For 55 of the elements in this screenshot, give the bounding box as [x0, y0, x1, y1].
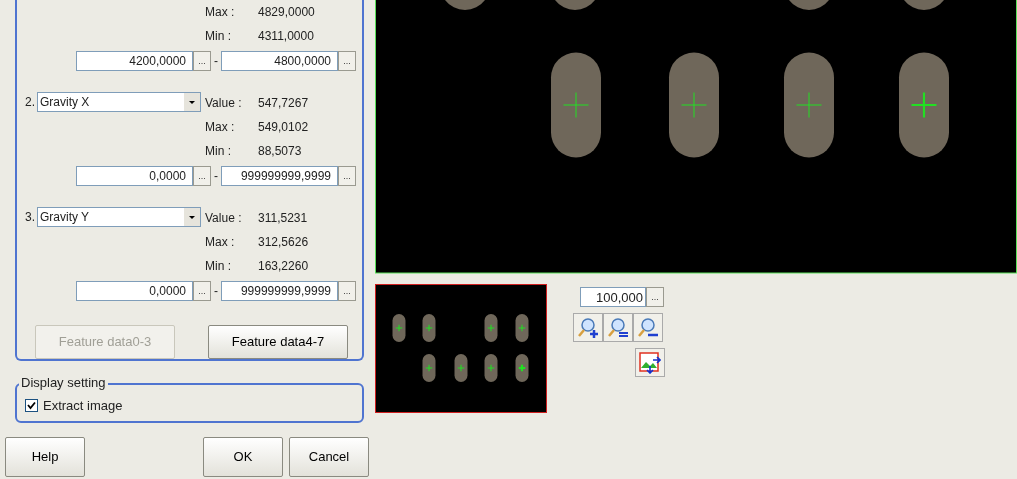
browse-button[interactable]: ... [193, 281, 211, 301]
object-drawing [904, 0, 944, 10]
item-number: 3. [24, 209, 36, 226]
image-icon [639, 351, 661, 374]
checkbox[interactable] [25, 398, 38, 412]
dialog-button[interactable]: Help [5, 437, 85, 477]
zoom-field[interactable]: 100,000 [580, 287, 646, 307]
object-drawing [555, 0, 595, 10]
lower-limit-field[interactable]: 4200,0000 [76, 51, 193, 71]
browse-button[interactable]: ... [646, 287, 664, 307]
object-drawing [445, 0, 485, 10]
group-title: Display setting [19, 375, 108, 391]
dialog-button[interactable]: OK [203, 437, 283, 477]
feature-page-button[interactable]: Feature data4-7 [208, 325, 348, 359]
zoom-in-button[interactable] [573, 313, 603, 342]
reading-value: 549,0102 [258, 119, 309, 136]
item-dropdown[interactable]: Gravity X [37, 92, 201, 112]
upper-limit-field[interactable]: 999999999,9999 [221, 281, 338, 301]
reading-value: 547,7267 [258, 95, 309, 112]
reading-label: Max : [205, 119, 236, 136]
reading-value: 312,5626 [258, 234, 309, 251]
zoom-reset-button[interactable] [633, 313, 663, 342]
object-drawing [789, 0, 829, 10]
range-separator: - [213, 168, 219, 185]
range-separator: - [213, 283, 219, 300]
reading-label: Max : [205, 4, 236, 21]
browse-button[interactable]: ... [193, 51, 211, 71]
caret-icon [184, 93, 200, 111]
reading-value: 163,2260 [258, 258, 309, 275]
caret-icon [184, 208, 200, 226]
reading-label: Max : [205, 234, 236, 251]
reading-value: 4311,0000 [258, 28, 314, 45]
upper-limit-field[interactable]: 999999999,9999 [221, 166, 338, 186]
reading-label: Min : [205, 143, 232, 160]
item-dropdown[interactable]: Gravity Y [37, 207, 201, 227]
reading-label: Value : [205, 210, 243, 227]
browse-button[interactable]: ... [338, 281, 356, 301]
browse-button[interactable]: ... [193, 166, 211, 186]
reading-label: Min : [205, 28, 232, 45]
reading-value: 311,5231 [258, 210, 308, 227]
checkbox-label: Extract image [43, 396, 123, 415]
item-number: 2. [24, 94, 36, 111]
dialog-button[interactable]: Cancel [289, 437, 369, 477]
reading-label: Value : [205, 95, 243, 112]
browse-button[interactable]: ... [338, 51, 356, 71]
upper-limit-field[interactable]: 4800,0000 [221, 51, 338, 71]
zoom-out-button[interactable] [603, 313, 633, 342]
reading-value: 88,5073 [258, 143, 302, 160]
fit-image-button[interactable] [635, 348, 665, 377]
reading-value: 4829,0000 [258, 4, 315, 21]
reading-label: Min : [205, 258, 232, 275]
lower-limit-field[interactable]: 0,0000 [76, 166, 193, 186]
range-separator: - [213, 53, 219, 70]
browse-button[interactable]: ... [338, 166, 356, 186]
lower-limit-field[interactable]: 0,0000 [76, 281, 193, 301]
